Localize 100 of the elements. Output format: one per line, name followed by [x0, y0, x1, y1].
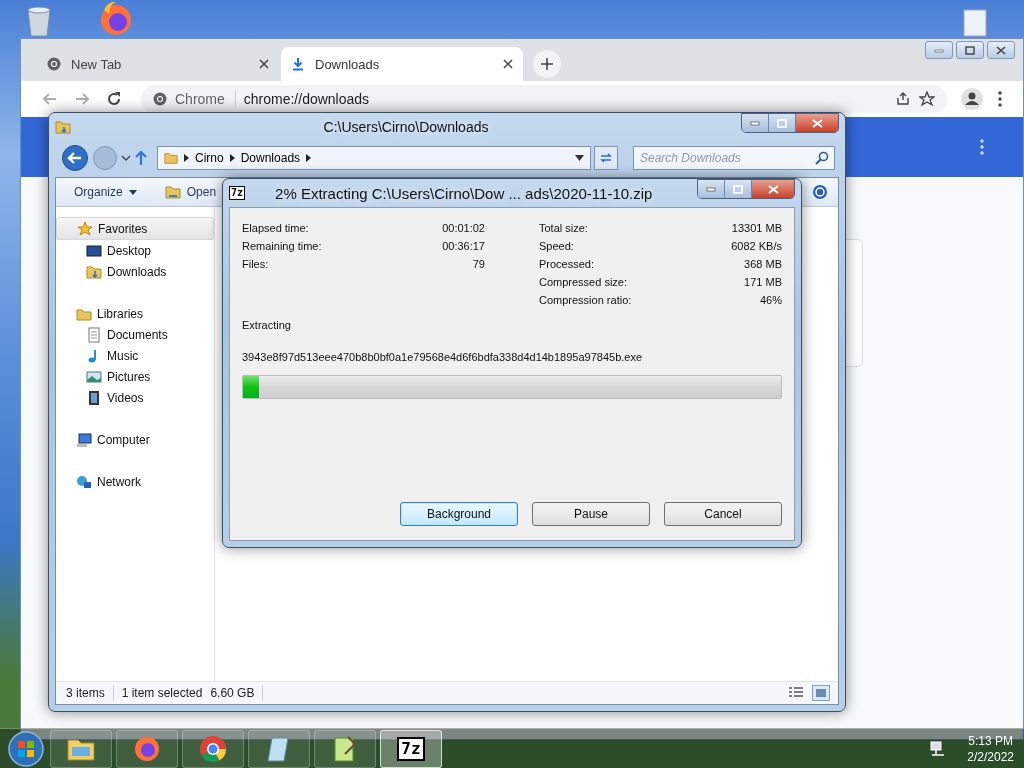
stat-value: 00:01:02: [442, 222, 485, 234]
stat-label: Compression ratio:: [539, 294, 632, 306]
chevron-icon[interactable]: [306, 154, 312, 162]
nav-item[interactable]: Libraries: [56, 303, 214, 324]
picture-icon: [86, 368, 102, 385]
start-button[interactable]: [6, 728, 46, 768]
maximize-icon: [733, 184, 743, 194]
nav-item[interactable]: Downloads: [56, 261, 214, 282]
nav-item[interactable]: Pictures: [56, 366, 214, 387]
taskbar-app-button[interactable]: [182, 729, 244, 768]
browser-tab[interactable]: New Tab: [37, 47, 279, 81]
star-icon[interactable]: [919, 91, 935, 107]
maximize-icon: [777, 118, 787, 128]
app-icon: 7z: [397, 736, 425, 761]
taskbar-app-button[interactable]: 7z: [380, 729, 442, 768]
chevron-icon[interactable]: [184, 154, 189, 162]
download-icon: [291, 57, 305, 71]
dialog-button[interactable]: Background: [400, 502, 518, 526]
app-icon: 7z: [229, 186, 246, 200]
breadcrumb-item[interactable]: Downloads: [240, 151, 301, 165]
back-button[interactable]: [61, 144, 89, 172]
folder-icon: [164, 184, 181, 200]
close-button[interactable]: [987, 41, 1015, 59]
nav-item[interactable]: Network: [56, 471, 214, 492]
folder-icon: [164, 151, 178, 165]
stat-value: 6082 KB/s: [731, 240, 782, 252]
dialog-button[interactable]: Pause: [532, 502, 650, 526]
stat-value: 00:36:17: [442, 240, 485, 252]
close-icon[interactable]: [259, 59, 269, 69]
computer-icon: [76, 431, 92, 448]
url-text: chrome://downloads: [243, 91, 370, 107]
search-icon: [815, 151, 829, 165]
file-name: 3943e8f97d513eee470b8b0bf0a1e79568e4d6f6bdfa338d4d14b1895a97845b.exe: [242, 351, 644, 363]
taskbar-app-button[interactable]: [248, 729, 310, 768]
profile-icon[interactable]: [961, 88, 983, 110]
dropdown-arrow-icon[interactable]: [128, 189, 137, 195]
firefox-icon: [133, 734, 161, 763]
chrome-logo-icon: [47, 57, 61, 71]
address-bar[interactable]: Chrome chrome://downloads: [141, 85, 947, 113]
refresh-button[interactable]: [594, 146, 618, 170]
stat-value: 79: [472, 258, 485, 270]
close-icon[interactable]: [503, 59, 513, 69]
maximize-button[interactable]: [769, 114, 796, 132]
minimize-icon: [934, 47, 944, 53]
taskbar-app-button[interactable]: [314, 729, 376, 768]
maximize-icon: [965, 45, 975, 55]
close-button[interactable]: [796, 114, 838, 132]
stat-label: Compressed size:: [539, 276, 628, 288]
nav-item[interactable]: Computer: [56, 429, 214, 450]
reload-icon[interactable]: [105, 90, 123, 108]
maximize-button[interactable]: [725, 180, 752, 198]
nav-item[interactable]: Music: [56, 345, 214, 366]
stat-label: Remaining time:: [242, 240, 322, 252]
clock-date: 2/2/2022: [967, 748, 1014, 765]
window-title: C:\Users\Cirno\Downloads: [322, 119, 490, 135]
stat-value: 171 MB: [744, 276, 782, 288]
address-bar[interactable]: Cirno Downloads: [157, 146, 591, 170]
organize-menu[interactable]: Organize: [74, 185, 123, 199]
taskbar-app-button[interactable]: [116, 729, 178, 768]
minimize-button[interactable]: [925, 41, 953, 59]
close-icon: [767, 184, 779, 194]
nav-item[interactable]: Favorites: [56, 217, 214, 240]
browser-tab[interactable]: Downloads: [281, 47, 523, 81]
close-icon: [811, 118, 823, 128]
up-arrow-icon[interactable]: [134, 150, 148, 166]
open-button[interactable]: Open: [186, 185, 217, 199]
nav-item[interactable]: Documents: [56, 324, 214, 345]
stat-label: Processed:: [539, 258, 595, 270]
chevron-icon[interactable]: [229, 154, 235, 162]
nav-item[interactable]: Desktop: [56, 240, 214, 261]
menu-icon[interactable]: [997, 91, 1003, 107]
document-icon: [86, 326, 102, 343]
close-icon: [996, 45, 1006, 55]
minimize-button[interactable]: [742, 114, 769, 132]
search-field[interactable]: Search Downloads: [633, 146, 835, 170]
stat-value: 46%: [759, 294, 782, 306]
chrome-logo-icon: [153, 92, 167, 106]
maximize-button[interactable]: [956, 41, 984, 59]
close-button[interactable]: [752, 180, 794, 198]
share-icon[interactable]: [895, 91, 911, 107]
refresh-icon: [599, 152, 613, 164]
details-view-icon[interactable]: [788, 686, 804, 700]
item-count: 3 items: [66, 686, 105, 700]
thumbnail-view-icon[interactable]: [812, 685, 830, 701]
plus-icon: [541, 58, 553, 70]
downloads-icon: [86, 263, 102, 280]
clock[interactable]: 5:13 PM 2/2/2022: [967, 732, 1014, 765]
new-tab-button[interactable]: [533, 50, 561, 78]
star-icon: [77, 220, 93, 237]
nav-item[interactable]: Videos: [56, 387, 214, 408]
taskbar-app-button[interactable]: [50, 729, 112, 768]
dropdown-arrow-icon[interactable]: [575, 155, 584, 161]
minimize-button[interactable]: [698, 180, 725, 198]
video-icon: [86, 389, 102, 406]
stat-label: Speed:: [539, 240, 574, 252]
stat-value: 13301 MB: [731, 222, 782, 234]
dialog-button[interactable]: Cancel: [664, 502, 782, 526]
site-chip: Chrome: [175, 91, 236, 107]
minimize-icon: [706, 186, 716, 192]
breadcrumb-item[interactable]: Cirno: [195, 151, 224, 165]
